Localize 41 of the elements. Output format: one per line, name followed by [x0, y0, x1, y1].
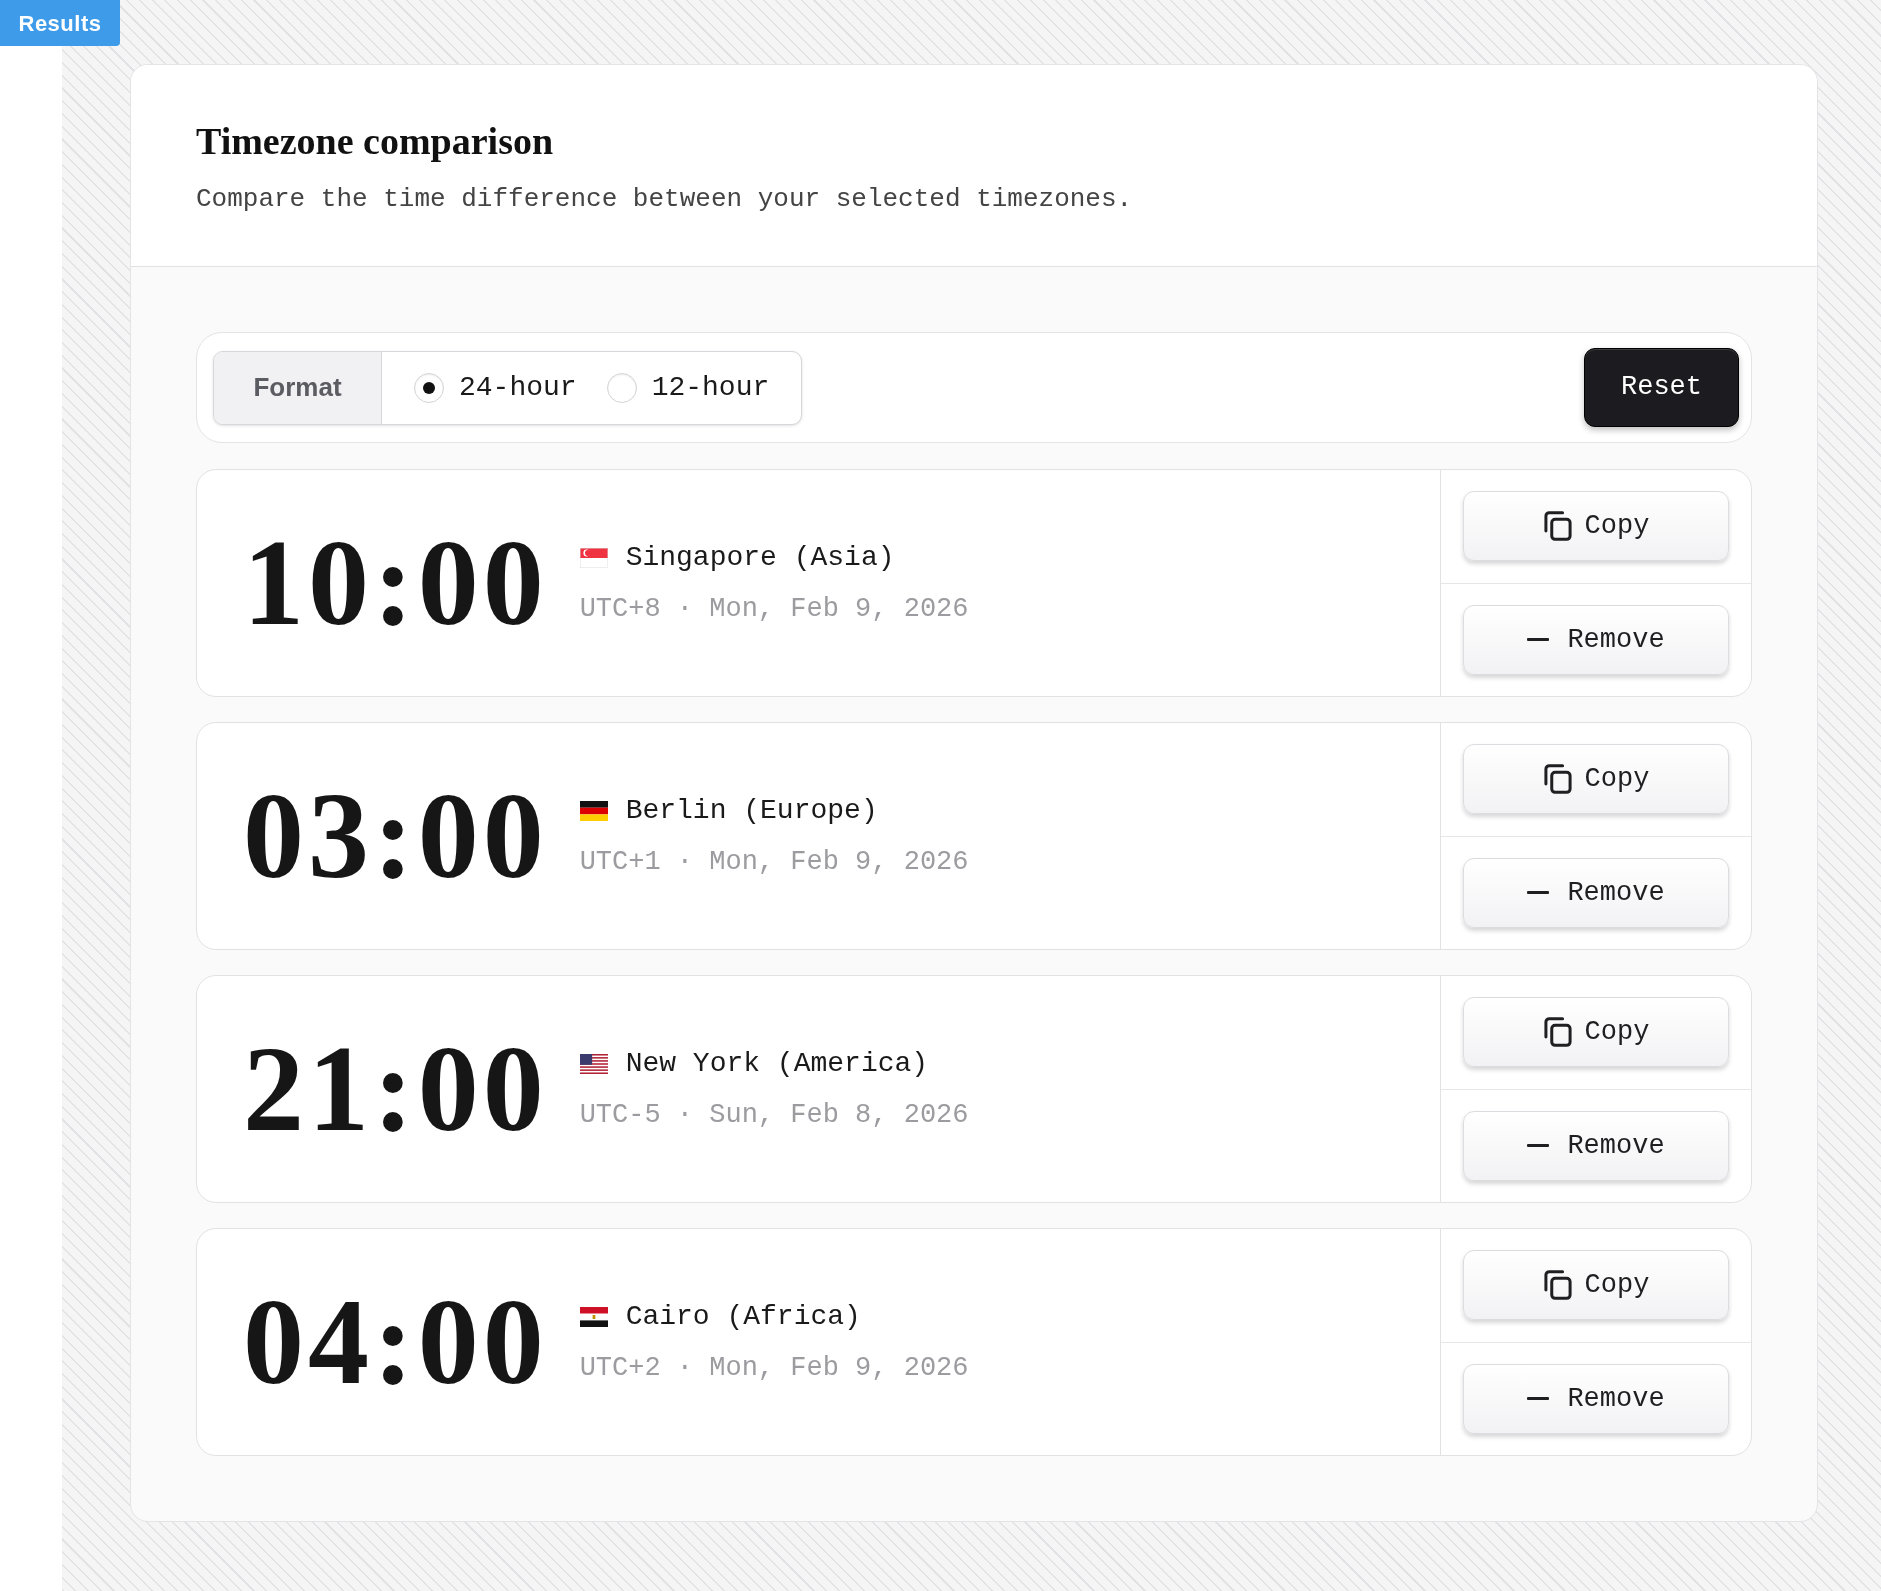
city-name: Cairo (Africa)	[625, 1299, 861, 1334]
minus-icon	[1527, 1397, 1550, 1401]
copy-button[interactable]: Copy	[1463, 997, 1729, 1068]
remove-button[interactable]: Remove	[1463, 1363, 1729, 1434]
flag-icon	[579, 1053, 608, 1074]
city-name: New York (America)	[625, 1046, 929, 1081]
minus-icon	[1527, 891, 1550, 895]
remove-button[interactable]: Remove	[1463, 1110, 1729, 1181]
flag-icon	[579, 800, 608, 821]
copy-button[interactable]: Copy	[1463, 491, 1729, 562]
flag-icon	[579, 547, 608, 568]
timezone-details: UTC+2 · Mon, Feb 9, 2026	[579, 1351, 969, 1385]
city-name: Singapore (Asia)	[625, 540, 895, 575]
format-option[interactable]: 24-hour	[414, 366, 577, 409]
copy-icon	[1542, 764, 1573, 795]
reset-button[interactable]: Reset	[1584, 348, 1739, 427]
format-label: Format	[214, 351, 382, 424]
remove-button[interactable]: Remove	[1463, 857, 1729, 928]
radio-button[interactable]	[606, 372, 637, 403]
panel-title: Timezone comparison	[196, 119, 554, 163]
time-display: 03:00	[243, 775, 548, 897]
copy-icon	[1542, 1017, 1573, 1048]
city-name: Berlin (Europe)	[625, 793, 878, 828]
copy-button[interactable]: Copy	[1463, 1250, 1729, 1321]
results-tag: Results	[0, 0, 120, 46]
minus-icon	[1527, 638, 1550, 642]
timezone-details: UTC-5 · Sun, Feb 8, 2026	[579, 1098, 969, 1132]
copy-icon	[1542, 1270, 1573, 1301]
radio-button[interactable]	[414, 372, 444, 403]
copy-button[interactable]: Copy	[1463, 744, 1729, 815]
flag-icon	[579, 1306, 608, 1327]
time-display: 21:00	[243, 1028, 548, 1150]
timezone-details: UTC+8 · Mon, Feb 9, 2026	[579, 592, 969, 626]
timezone-details: UTC+1 · Mon, Feb 9, 2026	[579, 845, 969, 879]
copy-icon	[1542, 511, 1573, 542]
panel-subtitle: Compare the time difference between your selected timezones.	[196, 183, 1133, 216]
minus-icon	[1527, 1144, 1550, 1148]
time-display: 04:00	[243, 1281, 548, 1403]
time-display: 10:00	[243, 522, 548, 644]
remove-button[interactable]: Remove	[1463, 604, 1729, 675]
format-option[interactable]: 12-hour	[606, 366, 770, 409]
